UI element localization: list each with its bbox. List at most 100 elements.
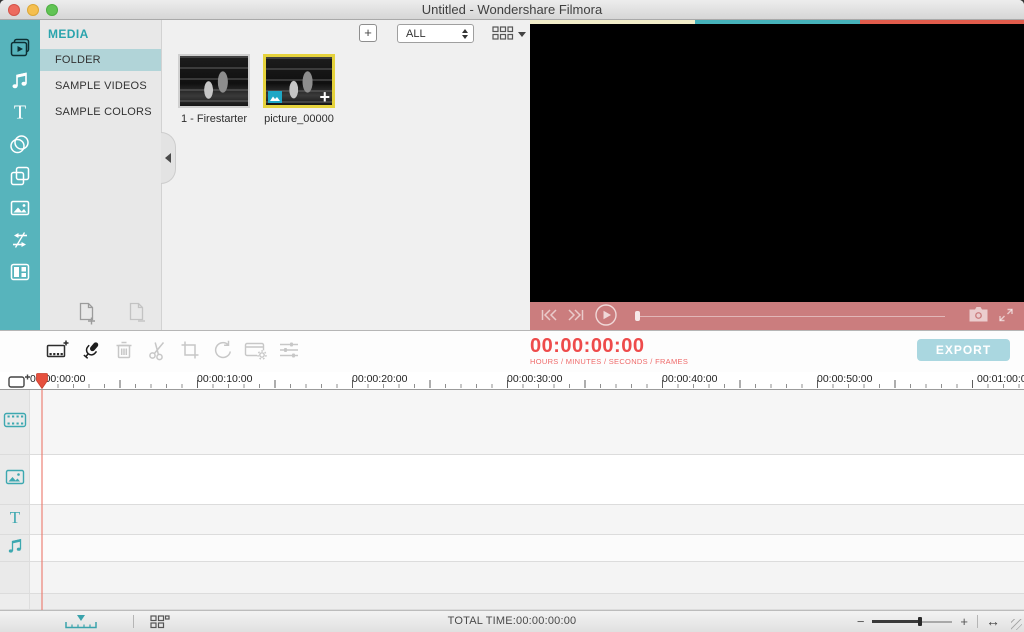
- video-track-header[interactable]: [0, 390, 30, 454]
- import-media-button[interactable]: +: [359, 24, 377, 42]
- traffic-lights: [8, 4, 58, 16]
- audio-track-header[interactable]: [0, 535, 30, 561]
- panel-gear-icon: [243, 338, 269, 365]
- feature-iconbar: T: [0, 20, 40, 330]
- camera-icon: [968, 306, 989, 326]
- advanced-edit-button[interactable]: [244, 339, 268, 365]
- fullscreen-button[interactable]: [998, 307, 1014, 326]
- sidebar-item-transitions[interactable]: [8, 229, 32, 251]
- video-track-lane[interactable]: [30, 390, 1024, 454]
- overlay-track-header[interactable]: [0, 455, 30, 504]
- overlay-track-lane[interactable]: [30, 455, 1024, 504]
- add-to-timeline-overlay[interactable]: +: [319, 87, 330, 108]
- pan-timeline-button[interactable]: ↔: [986, 611, 1000, 632]
- sidebar-item-elements[interactable]: [8, 197, 32, 219]
- resize-grip-icon[interactable]: [1011, 619, 1022, 630]
- manage-tracks-button[interactable]: [8, 373, 32, 390]
- timeline-ruler[interactable]: 00:00:00:0000:00:10:0000:00:20:0000:00:3…: [0, 372, 1024, 390]
- text-track[interactable]: T: [0, 505, 1024, 535]
- sidebar-item-overlays[interactable]: [8, 165, 32, 187]
- collapse-panel-button[interactable]: [161, 132, 176, 184]
- media-filter-value: ALL: [398, 28, 462, 40]
- export-button[interactable]: EXPORT: [917, 339, 1010, 361]
- video-track[interactable]: [0, 390, 1024, 455]
- skip-back-icon: [540, 308, 558, 325]
- statusbar-divider: [977, 615, 978, 628]
- skip-forward-button[interactable]: [567, 308, 585, 325]
- playhead-pin[interactable]: [36, 373, 48, 390]
- split-screen-icon: [8, 260, 32, 284]
- window-zoom-button[interactable]: [46, 4, 58, 16]
- record-voiceover-button[interactable]: [79, 339, 103, 365]
- filmstrip-icon: [3, 411, 27, 434]
- sidebar-item-filters[interactable]: [8, 133, 32, 155]
- zoom-out-button[interactable]: −: [857, 616, 865, 628]
- crop-icon: [178, 338, 202, 365]
- sidebar-item-text[interactable]: T: [8, 101, 32, 123]
- select-stepper-icon: [462, 29, 468, 39]
- video-thumbnail: [178, 54, 250, 108]
- image-icon: [8, 196, 32, 220]
- text-track-icon: T: [5, 507, 25, 532]
- transitions-icon: [8, 228, 32, 252]
- delete-button[interactable]: [112, 339, 136, 365]
- zoom-slider-handle[interactable]: [918, 617, 922, 626]
- timeline-tracks[interactable]: T: [0, 390, 1024, 610]
- timecode-display: 00:00:00:00 HOURS / MINUTES / SECONDS / …: [530, 336, 688, 366]
- sidebar-item-media[interactable]: [8, 37, 32, 59]
- skip-forward-icon: [567, 308, 585, 325]
- media-item-picture-00000[interactable]: + picture_00000: [263, 54, 335, 125]
- adjust-button[interactable]: [277, 339, 301, 365]
- statusbar: TOTAL TIME:00:00:00:00 − + ↔: [0, 610, 1024, 632]
- image-type-badge: [268, 91, 282, 103]
- window-close-button[interactable]: [8, 4, 20, 16]
- view-mode-button[interactable]: [492, 26, 526, 43]
- snapshot-button[interactable]: [968, 306, 989, 326]
- media-library: + ALL 1 - Firestarter +: [162, 20, 530, 330]
- ruler-time-label: 00:00:10:00: [197, 373, 252, 385]
- preview-controls: [530, 302, 1024, 330]
- media-panel-item-sample-videos[interactable]: SAMPLE VIDEOS: [40, 75, 161, 97]
- sidebar-item-music[interactable]: [8, 69, 32, 91]
- audio-track[interactable]: [0, 535, 1024, 562]
- play-button[interactable]: [594, 303, 618, 330]
- timeline-zoom-slider[interactable]: [872, 616, 952, 628]
- preview-video-area[interactable]: [530, 24, 1024, 302]
- add-to-timeline-button[interactable]: [46, 339, 70, 365]
- media-filter-select[interactable]: ALL: [397, 24, 474, 43]
- media-panel-header: MEDIA: [40, 20, 161, 49]
- window-title: Untitled - Wondershare Filmora: [0, 0, 1024, 19]
- text-track-header[interactable]: T: [0, 505, 30, 534]
- media-item-label: picture_00000: [263, 113, 335, 125]
- scrub-track: [635, 316, 945, 317]
- crop-button[interactable]: [178, 339, 202, 365]
- media-panel-item-folder[interactable]: FOLDER: [40, 49, 161, 71]
- svg-text:T: T: [9, 508, 20, 527]
- playhead-line[interactable]: [41, 390, 43, 610]
- titlebar: Untitled - Wondershare Filmora: [0, 0, 1024, 20]
- zoom-in-button[interactable]: +: [960, 616, 968, 628]
- scrub-slider[interactable]: [635, 309, 945, 323]
- window-minimize-button[interactable]: [27, 4, 39, 16]
- rotate-button[interactable]: [211, 339, 235, 365]
- overlay-track[interactable]: [0, 455, 1024, 505]
- image-track-icon: [5, 469, 25, 490]
- audio-track-lane[interactable]: [30, 535, 1024, 561]
- ruler-time-label: 00:00:20:00: [352, 373, 407, 385]
- remove-folder-button[interactable]: [126, 301, 148, 325]
- ruler-time-label: 00:01:00:00: [977, 373, 1024, 385]
- add-folder-button[interactable]: [76, 301, 98, 325]
- text-track-lane[interactable]: [30, 505, 1024, 534]
- media-panel-item-sample-colors[interactable]: SAMPLE COLORS: [40, 101, 161, 123]
- extra-track-row[interactable]: [0, 562, 1024, 594]
- timecode-caption: HOURS / MINUTES / SECONDS / FRAMES: [530, 357, 688, 366]
- media-item-firestarter[interactable]: 1 - Firestarter: [178, 54, 250, 125]
- scrub-handle[interactable]: [635, 311, 640, 321]
- edit-toolbar: 00:00:00:00 HOURS / MINUTES / SECONDS / …: [0, 330, 1024, 372]
- trash-icon: [112, 338, 136, 365]
- sidebar-item-split-screen[interactable]: [8, 261, 32, 283]
- skip-back-button[interactable]: [540, 308, 558, 325]
- microphone-icon: [79, 338, 103, 365]
- split-button[interactable]: [145, 339, 169, 365]
- chevron-left-icon: [165, 153, 171, 163]
